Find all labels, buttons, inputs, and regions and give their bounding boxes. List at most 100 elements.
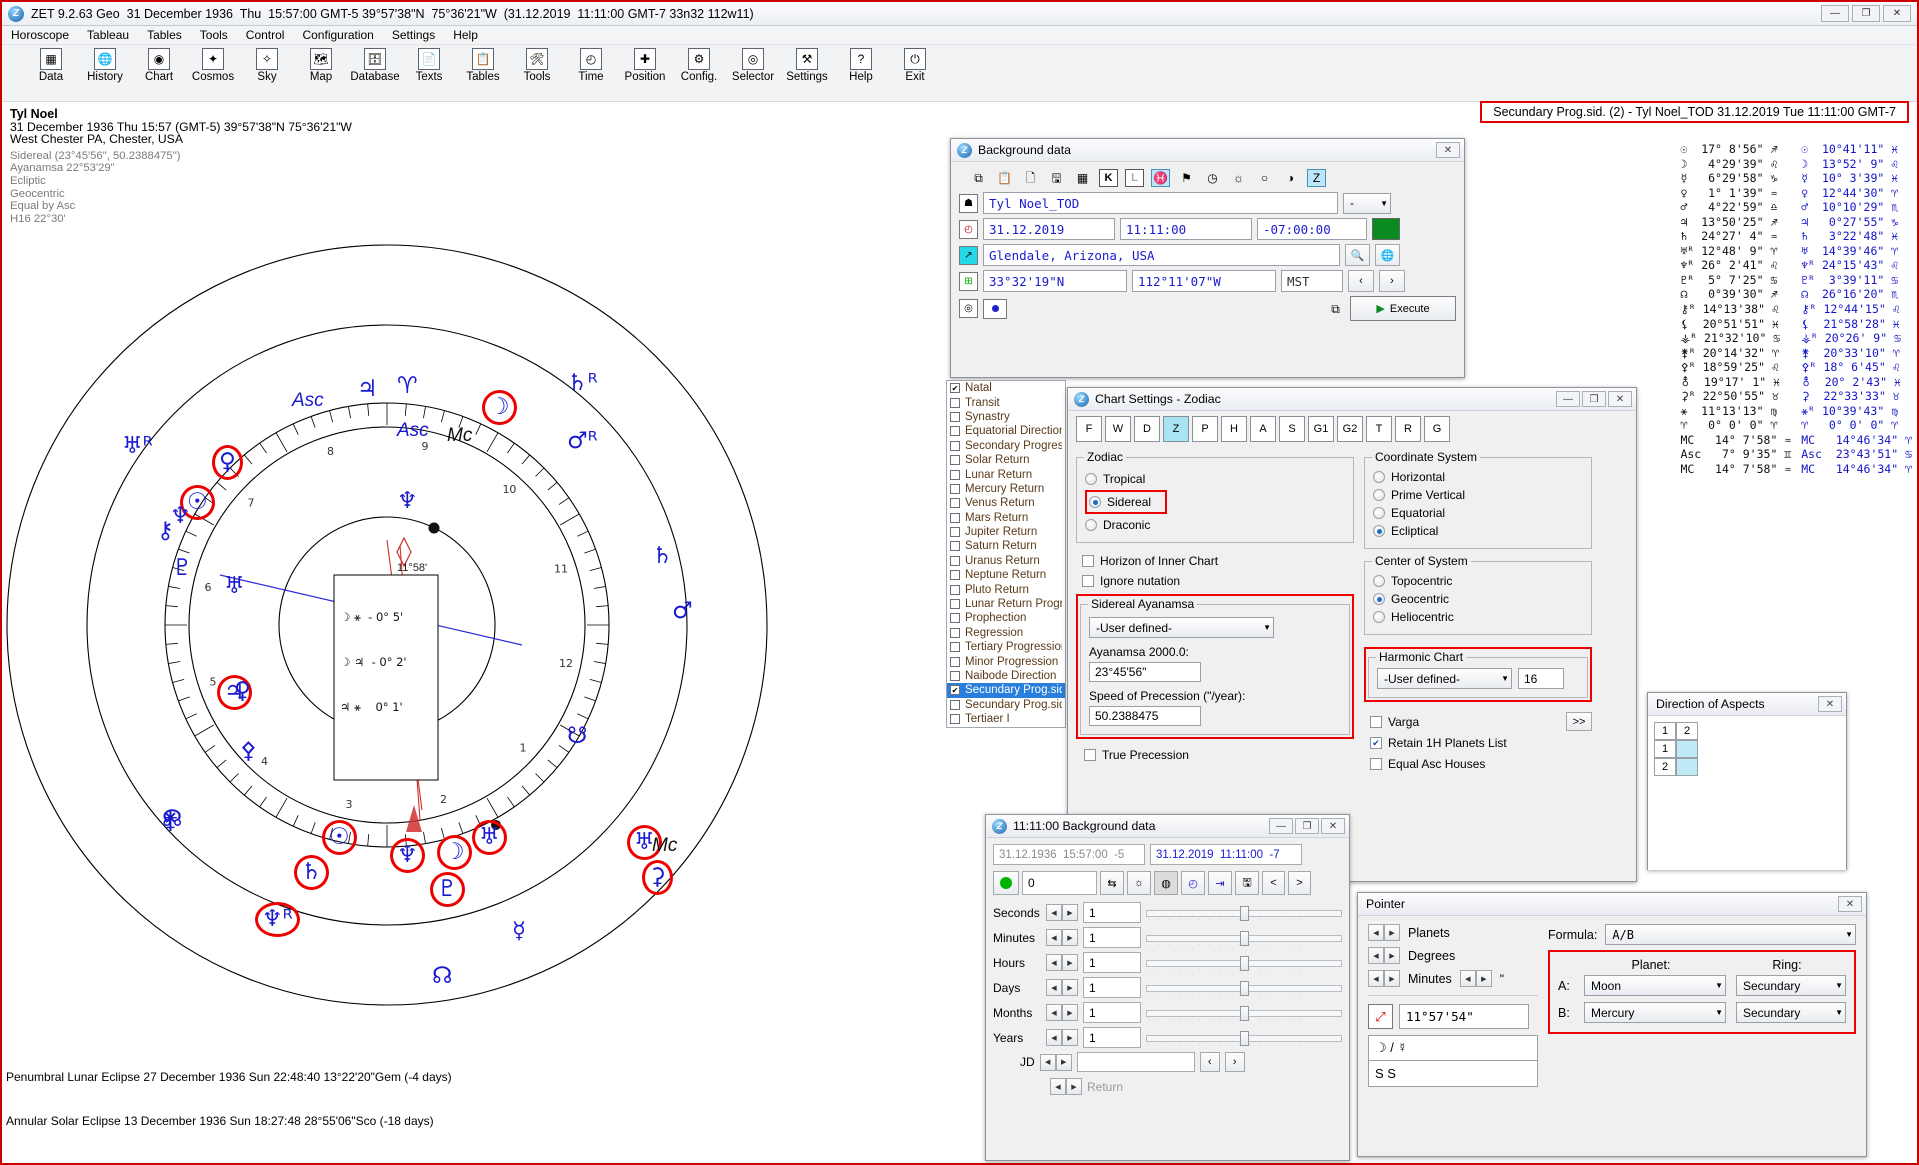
aspect-grid-cell[interactable]: 2 bbox=[1676, 722, 1698, 740]
aspect-grid-cell[interactable] bbox=[1676, 740, 1698, 758]
aspect-grid-cell[interactable]: 1 bbox=[1654, 740, 1676, 758]
settings-tab-w[interactable]: W bbox=[1105, 416, 1131, 442]
spin-left-icon[interactable]: ◀ bbox=[1368, 924, 1384, 941]
checkbox-icon[interactable]: ✔ bbox=[950, 685, 960, 696]
spin-right-icon[interactable]: ▶ bbox=[1384, 970, 1400, 987]
background-time-maximize-button[interactable]: ❐ bbox=[1295, 818, 1319, 834]
toolbar-settings-button[interactable]: ⚒ Settings bbox=[780, 45, 834, 83]
ayanamsa-2000-field[interactable]: 23°45'56" bbox=[1089, 662, 1201, 682]
spin-left-icon[interactable]: ◀ bbox=[1368, 947, 1384, 964]
spin-right-icon[interactable]: ▶ bbox=[1062, 929, 1078, 946]
settings-tab-g1[interactable]: G1 bbox=[1308, 416, 1334, 442]
toolbar-texts-button[interactable]: 📄 Texts bbox=[402, 45, 456, 83]
background-longitude-field[interactable]: 112°11'07"W bbox=[1132, 270, 1276, 292]
k-icon[interactable]: K bbox=[1099, 169, 1118, 187]
settings-tab-f[interactable]: F bbox=[1076, 416, 1102, 442]
jd-spinner[interactable]: ◀ ▶ bbox=[1039, 1053, 1072, 1071]
settings-tab-z[interactable]: Z bbox=[1163, 416, 1189, 442]
radio-horizontal[interactable]: Horizontal bbox=[1373, 468, 1583, 486]
chart-type-item[interactable]: Pluto Return bbox=[947, 582, 1065, 596]
checkbox-icon[interactable] bbox=[950, 397, 960, 408]
chart-type-item[interactable]: Lunar Return Progress bbox=[947, 597, 1065, 611]
time-step-slider[interactable]: · · · · · · · · · · · · · · · · bbox=[1146, 1005, 1342, 1023]
spin-left-icon[interactable]: ◀ bbox=[1046, 954, 1062, 971]
toolbar-tools-button[interactable]: 🛠 Tools bbox=[510, 45, 564, 83]
time-step-spinner[interactable]: ◀ ▶ bbox=[1046, 1029, 1078, 1046]
spin-left-icon[interactable]: ◀ bbox=[1050, 1078, 1066, 1095]
checkbox-icon[interactable] bbox=[950, 613, 960, 624]
toolbar-cosmos-button[interactable]: ✦ Cosmos bbox=[186, 45, 240, 83]
chart-types-listbox[interactable]: ✔ Natal Transit Synastry Equatorial Directio… bbox=[946, 380, 1066, 728]
settings-tab-t[interactable]: T bbox=[1366, 416, 1392, 442]
spin-right-icon[interactable]: ▶ bbox=[1384, 924, 1400, 941]
time-step-slider[interactable]: · · · · · · · · · · · · · · · · bbox=[1146, 1030, 1342, 1048]
toolbar-map-button[interactable]: 🗺 Map bbox=[294, 45, 348, 83]
menu-settings[interactable]: Settings bbox=[383, 26, 444, 44]
background-date-field[interactable]: 31.12.2019 bbox=[983, 218, 1115, 240]
radio-ecliptical[interactable]: Ecliptical bbox=[1373, 522, 1583, 540]
checkbox-icon[interactable] bbox=[950, 411, 960, 422]
chart-type-item[interactable]: Venus Return bbox=[947, 496, 1065, 510]
time-step-spinner[interactable]: ◀ ▶ bbox=[1046, 929, 1078, 946]
ayanamsa-dropdown[interactable]: -User defined- ▼ bbox=[1089, 617, 1274, 638]
spin-left-icon[interactable]: ◀ bbox=[1046, 1029, 1062, 1046]
pointer-close-button[interactable]: ✕ bbox=[1838, 896, 1862, 912]
toolbar-exit-button[interactable]: ⏻ Exit bbox=[888, 45, 942, 83]
minimize-button[interactable]: — bbox=[1821, 5, 1849, 22]
checkbox-icon[interactable] bbox=[950, 512, 960, 523]
retain-1h-planets-checkbox[interactable]: ✔ Retain 1H Planets List bbox=[1370, 734, 1592, 752]
minutes-spinner[interactable]: ◀ ▶ bbox=[1368, 970, 1400, 987]
menu-help[interactable]: Help bbox=[444, 26, 487, 44]
step-value-field[interactable]: 0 bbox=[1022, 871, 1097, 895]
toolbar-tables-button[interactable]: 📋 Tables bbox=[456, 45, 510, 83]
settings-tab-s[interactable]: S bbox=[1279, 416, 1305, 442]
direction-of-aspects-close-button[interactable]: ✕ bbox=[1818, 696, 1842, 712]
formula-combo[interactable]: A/B ▼ bbox=[1605, 924, 1856, 945]
spin-right-icon[interactable]: ▶ bbox=[1062, 904, 1078, 921]
minutes-fine-spinner[interactable]: ◀ ▶ bbox=[1459, 970, 1492, 987]
next-place-button[interactable]: › bbox=[1379, 270, 1405, 292]
return-spinner[interactable]: ◀ ▶ bbox=[1050, 1078, 1082, 1095]
degrees-spinner[interactable]: ◀ ▶ bbox=[1368, 947, 1400, 964]
chart-type-item[interactable]: Jupiter Return bbox=[947, 525, 1065, 539]
menu-configuration[interactable]: Configuration bbox=[293, 26, 382, 44]
precession-speed-field[interactable]: 50.2388475 bbox=[1089, 706, 1201, 726]
half-circle-icon[interactable]: ◑ bbox=[1281, 169, 1300, 187]
spin-left-icon[interactable]: ◀ bbox=[1046, 904, 1062, 921]
time-step-value[interactable]: 1 bbox=[1083, 952, 1141, 973]
jd-field[interactable] bbox=[1076, 1052, 1195, 1072]
background-data-close-button[interactable]: ✕ bbox=[1436, 142, 1460, 158]
copy-chart-icon[interactable]: ⧉ bbox=[1326, 300, 1345, 318]
checkbox-icon[interactable] bbox=[950, 584, 960, 595]
harmonic-value-field[interactable]: 16 bbox=[1518, 668, 1564, 689]
checkbox-icon[interactable] bbox=[950, 656, 960, 667]
save-icon[interactable]: 🖫 bbox=[1235, 871, 1259, 895]
menu-horoscope[interactable]: Horoscope bbox=[2, 26, 78, 44]
jd-next-button[interactable]: › bbox=[1224, 1052, 1245, 1072]
radio-geocentric[interactable]: Geocentric bbox=[1373, 590, 1583, 608]
chart-type-item[interactable]: Secundary Prog.sid-c bbox=[947, 698, 1065, 712]
radio-sidereal[interactable]: Sidereal bbox=[1089, 493, 1151, 511]
spin-left-icon[interactable]: ◀ bbox=[1046, 929, 1062, 946]
toolbar-position-button[interactable]: ✚ Position bbox=[618, 45, 672, 83]
chart-settings-maximize-button[interactable]: ❐ bbox=[1582, 391, 1606, 407]
chart-type-item[interactable]: Prophection bbox=[947, 611, 1065, 625]
chart-type-item[interactable]: Uranus Return bbox=[947, 554, 1065, 568]
checkbox-icon[interactable] bbox=[950, 570, 960, 581]
toolbar-database-button[interactable]: 🗄 Database bbox=[348, 45, 402, 83]
ignore-nutation-checkbox[interactable]: Ignore nutation bbox=[1082, 572, 1354, 590]
equal-asc-houses-checkbox[interactable]: Equal Asc Houses bbox=[1370, 755, 1592, 773]
time-step-slider[interactable]: · · · · · · · · · · · · · · · · bbox=[1146, 955, 1342, 973]
background-place-field[interactable]: Glendale, Arizona, USA bbox=[983, 244, 1340, 266]
calendar-icon[interactable]: ▦ bbox=[1073, 169, 1092, 187]
chart-type-item[interactable]: Neptune Return bbox=[947, 568, 1065, 582]
chart-wheel[interactable]: 1 2 3 4 5 6 7 8 9 10 11 12 ☽ ⚹ - 0° 5' ☽ ♃ - 0° 2' … bbox=[2, 120, 772, 1130]
time-step-slider[interactable]: · · · · · · · · · · · · · · · · bbox=[1146, 980, 1342, 998]
checkbox-icon[interactable] bbox=[950, 469, 960, 480]
chart-type-item[interactable]: Tertiaer I bbox=[947, 712, 1065, 726]
time-step-spinner[interactable]: ◀ ▶ bbox=[1046, 954, 1078, 971]
sun-icon[interactable]: ☼ bbox=[1229, 169, 1248, 187]
background-latitude-field[interactable]: 33°32'19"N bbox=[983, 270, 1127, 292]
planets-spinner[interactable]: ◀ ▶ bbox=[1368, 924, 1400, 941]
flag-icon[interactable]: ⚑ bbox=[1177, 169, 1196, 187]
